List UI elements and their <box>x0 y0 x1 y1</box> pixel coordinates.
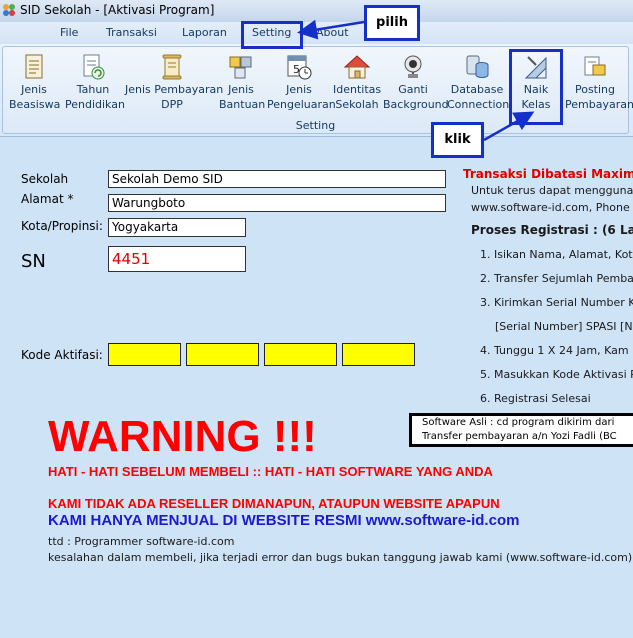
database-connection-button[interactable]: Database Connection <box>447 53 509 121</box>
window-title: SID Sekolah - [Aktivasi Program] <box>20 3 215 17</box>
kode-aktifasi-field-2[interactable] <box>186 343 259 366</box>
menu-laporan[interactable]: Laporan <box>182 26 227 39</box>
ttd-text: ttd : Programmer software-id.com <box>48 535 235 548</box>
sekolah-field[interactable]: Sekolah Demo SID <box>108 170 446 188</box>
menu-about[interactable]: About <box>316 26 349 39</box>
sn-field[interactable]: 4451 <box>108 246 246 272</box>
warning-line-1: HATI - HATI SEBELUM MEMBELI :: HATI - HA… <box>48 464 493 479</box>
jenis-pembayaran-dpp-button[interactable]: Jenis Pembayaran DPP <box>125 53 223 121</box>
kode-aktifasi-label: Kode Aktifasi: <box>21 348 103 362</box>
menu-file[interactable]: File <box>60 26 78 39</box>
jenis-beasiswa-button[interactable]: Jenis Beasiswa <box>9 53 60 121</box>
info-line-2: Transfer pembayaran a/n Yozi Fadli (BC <box>422 431 617 442</box>
calendar-clock-icon: 5 <box>287 55 312 80</box>
setting-menu-highlight <box>241 21 303 49</box>
naik-kelas-highlight <box>509 49 563 125</box>
kode-aktifasi-field-1[interactable] <box>108 343 181 366</box>
kota-label: Kota/Propinsi: <box>21 219 103 233</box>
disclaimer-text: kesalahan dalam membeli, jika terjadi er… <box>48 551 633 564</box>
registration-intro-1: Untuk terus dapat mengguna <box>471 184 633 197</box>
posting-icon <box>584 56 606 76</box>
callout-klik: klik <box>431 122 484 158</box>
registration-intro-2: www.software-id.com, Phone <box>471 201 630 214</box>
jenis-pengeluaran-button[interactable]: 5 Jenis Pengeluaran <box>267 53 336 121</box>
info-line-1: Software Asli : cd program dikirim dari <box>422 417 615 428</box>
blocks-icon <box>229 56 252 79</box>
menu-transaksi[interactable]: Transaksi <box>106 26 157 39</box>
alamat-field[interactable]: Warungboto <box>108 194 446 212</box>
software-info-box: Software Asli : cd program dikirim dari … <box>409 413 633 447</box>
kode-aktifasi-field-3[interactable] <box>264 343 337 366</box>
callout-pilih: pilih <box>364 5 420 41</box>
alamat-label: Alamat * <box>21 192 74 206</box>
warning-line-3: KAMI HANYA MENJUAL DI WEBSITE RESMI www.… <box>48 512 520 529</box>
registration-step-3: 3. Kirimkan Serial Number Ke <box>480 296 633 309</box>
sekolah-label: Sekolah <box>21 172 69 186</box>
registration-step-3-format: [Serial Number] SPASI [N <box>495 320 633 333</box>
posting-pembayaran-button[interactable]: Posting Pembayaran <box>565 53 633 121</box>
jenis-bantuan-button[interactable]: Jenis Bantuan <box>219 53 265 121</box>
menu-bar: File Transaksi Laporan Setting About <box>0 22 633 44</box>
scroll-icon <box>162 54 182 80</box>
house-icon <box>343 55 371 79</box>
document-icon <box>25 54 43 79</box>
kota-field[interactable]: Yogyakarta <box>108 218 246 237</box>
registration-heading: Transaksi Dibatasi Maximal 1 <box>463 167 633 181</box>
registration-steps-title: Proses Registrasi : (6 Lang <box>471 223 633 237</box>
app-logo-icon <box>3 4 15 16</box>
kode-aktifasi-field-4[interactable] <box>342 343 415 366</box>
ganti-background-button[interactable]: Ganti Background <box>383 53 449 121</box>
warning-title: WARNING !!! <box>48 412 317 461</box>
registration-step-4: 4. Tunggu 1 X 24 Jam, Kam <box>480 344 629 357</box>
sn-label: SN <box>21 251 46 272</box>
registration-step-2: 2. Transfer Sejumlah Pemba <box>480 272 633 285</box>
title-bar: SID Sekolah - [Aktivasi Program] <box>0 0 633 22</box>
registration-step-5: 5. Masukkan Kode Aktivasi P <box>480 368 633 381</box>
registration-step-6: 6. Registrasi Selesai <box>480 392 591 405</box>
database-icon <box>466 55 489 78</box>
identitas-sekolah-button[interactable]: Identitas Sekolah <box>333 53 381 121</box>
document-refresh-icon <box>83 54 105 80</box>
webcam-icon <box>404 55 422 78</box>
tahun-pendidikan-button[interactable]: Tahun Pendidikan <box>65 53 125 121</box>
warning-line-2: KAMI TIDAK ADA RESELLER DIMANAPUN, ATAUP… <box>48 496 500 511</box>
registration-step-1: 1. Isikan Nama, Alamat, Kota <box>480 248 633 261</box>
